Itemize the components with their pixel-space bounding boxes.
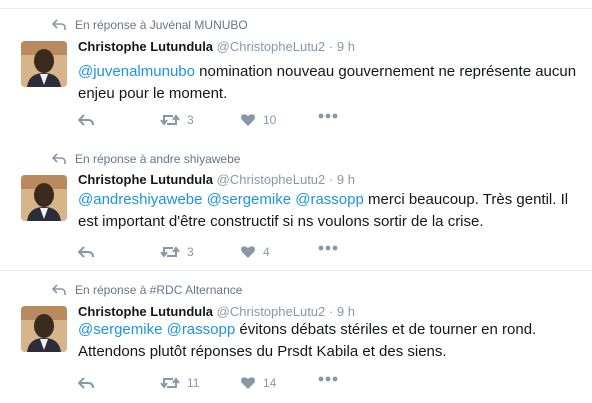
reply-button[interactable]	[78, 376, 94, 390]
more-icon	[318, 376, 338, 382]
separator-dot: ·	[328, 172, 334, 187]
avatar[interactable]	[21, 306, 67, 352]
more-button[interactable]	[318, 245, 338, 251]
like-count: 4	[263, 245, 270, 259]
separator-dot: ·	[328, 39, 334, 54]
reply-context-icon	[52, 153, 66, 164]
like-count: 10	[263, 113, 277, 127]
retweet-icon	[160, 114, 180, 126]
tweet-feed: En réponse à Juvénal MUNUBO Christophe L…	[0, 0, 592, 403]
mentions[interactable]: @sergemike @rassopp	[78, 321, 235, 338]
retweet-icon	[160, 377, 180, 389]
reply-button[interactable]	[78, 245, 94, 259]
more-icon	[318, 245, 338, 251]
mentions[interactable]: @juvenalmunubo	[78, 63, 195, 80]
avatar[interactable]	[21, 175, 67, 221]
more-button[interactable]	[318, 376, 338, 382]
timestamp[interactable]: 9 h	[337, 39, 355, 54]
retweet-button[interactable]: 11	[160, 376, 199, 390]
timestamp[interactable]: 9 h	[337, 172, 355, 187]
tweet-header: Christophe Lutundula @ChristopheLutu2 · …	[78, 39, 355, 54]
retweet-count: 3	[187, 245, 194, 259]
retweet-button[interactable]: 3	[160, 245, 194, 259]
reply-context-icon	[52, 284, 66, 295]
tweet[interactable]: En réponse à Juvénal MUNUBO Christophe L…	[0, 8, 592, 138]
author-handle[interactable]: @ChristopheLutu2	[217, 172, 326, 187]
reply-context-text[interactable]: En réponse à andre shiyawebe	[75, 152, 240, 166]
like-button[interactable]: 10	[240, 113, 276, 127]
reply-button[interactable]	[78, 113, 94, 127]
reply-icon	[78, 377, 94, 389]
more-button[interactable]	[318, 113, 338, 119]
more-icon	[318, 113, 338, 119]
author-handle[interactable]: @ChristopheLutu2	[217, 304, 326, 319]
reply-context: En réponse à andre shiyawebe	[52, 152, 240, 166]
tweet-text: @sergemike @rassopp évitons débats stéri…	[78, 319, 578, 363]
tweet[interactable]: En réponse à #RDC Alternance Christophe …	[0, 271, 592, 403]
tweet-text: @andreshiyawebe @sergemike @rassopp merc…	[78, 189, 578, 233]
like-button[interactable]: 14	[240, 376, 276, 390]
reply-context-text[interactable]: En réponse à #RDC Alternance	[75, 283, 242, 297]
reply-icon	[78, 114, 94, 126]
tweet[interactable]: En réponse à andre shiyawebe Christophe …	[0, 137, 592, 271]
like-count: 14	[263, 376, 277, 390]
heart-icon	[241, 246, 255, 258]
reply-context: En réponse à #RDC Alternance	[52, 283, 242, 297]
retweet-count: 3	[187, 113, 194, 127]
tweet-actions: 3 4	[78, 245, 378, 265]
tweet-header: Christophe Lutundula @ChristopheLutu2 · …	[78, 172, 355, 187]
heart-icon	[241, 114, 255, 126]
author-handle[interactable]: @ChristopheLutu2	[217, 39, 326, 54]
mentions[interactable]: @andreshiyawebe @sergemike @rassopp	[78, 191, 364, 208]
heart-icon	[241, 377, 255, 389]
reply-icon	[78, 246, 94, 258]
retweet-button[interactable]: 3	[160, 113, 194, 127]
retweet-count: 11	[187, 376, 200, 390]
tweet-text: @juvenalmunubo nomination nouveau gouver…	[78, 61, 578, 105]
like-button[interactable]: 4	[240, 245, 270, 259]
timestamp[interactable]: 9 h	[337, 304, 355, 319]
reply-context-text[interactable]: En réponse à Juvénal MUNUBO	[75, 18, 248, 32]
reply-context: En réponse à Juvénal MUNUBO	[52, 18, 248, 32]
author-name[interactable]: Christophe Lutundula	[78, 39, 213, 54]
tweet-header: Christophe Lutundula @ChristopheLutu2 · …	[78, 304, 355, 319]
author-name[interactable]: Christophe Lutundula	[78, 304, 213, 319]
tweet-actions: 11 14	[78, 376, 378, 396]
retweet-icon	[160, 246, 180, 258]
tweet-actions: 3 10	[78, 113, 378, 133]
avatar[interactable]	[21, 41, 67, 87]
reply-context-icon	[52, 19, 66, 30]
separator-dot: ·	[328, 304, 334, 319]
author-name[interactable]: Christophe Lutundula	[78, 172, 213, 187]
